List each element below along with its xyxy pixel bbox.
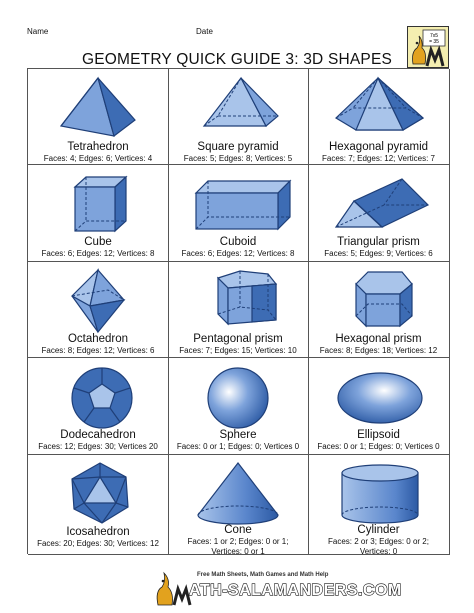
shape-name: Cube	[84, 236, 112, 248]
shape-facts: Faces: 5; Edges: 8; Vertices: 5	[183, 154, 293, 163]
hexagonal-prism-icon	[355, 271, 413, 328]
shape-card: Octahedron Faces: 8; Edges: 12; Vertices…	[28, 261, 169, 358]
shape-name: Tetrahedron	[67, 141, 129, 153]
cuboid-icon	[194, 179, 292, 231]
shapes-grid: Tetrahedron Faces: 4; Edges: 6; Vertices…	[27, 68, 450, 556]
shape-name: Cone	[224, 524, 252, 536]
shape-facts-line-2: Vertices: 0 or 1	[211, 547, 265, 556]
shape-name: Ellipsoid	[357, 429, 400, 441]
octahedron-icon	[71, 268, 126, 334]
shape-facts: Faces: 7; Edges: 12; Vertices: 7	[322, 154, 435, 163]
triangular-prism-icon	[334, 178, 430, 228]
dodecahedron-icon	[71, 367, 133, 429]
shape-card: Dodecahedron Faces: 12; Edges: 30; Verti…	[28, 357, 169, 455]
shape-name: Dodecahedron	[60, 429, 136, 441]
shape-facts: Faces: 20; Edges: 30; Vertices: 12	[37, 539, 159, 548]
shape-name: Square pyramid	[197, 141, 279, 153]
page-title: GEOMETRY QUICK GUIDE 3: 3D SHAPES	[81, 51, 393, 68]
shape-card: Icosahedron Faces: 20; Edges: 30; Vertic…	[28, 454, 169, 555]
salamander-mascot-icon	[156, 571, 192, 606]
shape-facts: Faces: 12; Edges: 30; Vertices 20	[38, 442, 158, 451]
footer-site-link[interactable]: ATH-SALAMANDERS.COM	[188, 581, 401, 600]
shape-name: Hexagonal prism	[335, 333, 422, 345]
shape-card: Square pyramid Faces: 5; Edges: 8; Verti…	[168, 69, 309, 165]
shape-facts: Faces: 6; Edges: 12; Vertices: 8	[181, 249, 295, 258]
salamander-logo-icon: 7x5 = 35	[407, 26, 449, 68]
shape-facts: Faces: 7; Edges: 15; Vertices: 10	[179, 346, 297, 355]
ellipsoid-icon	[337, 372, 423, 424]
square-pyramid-icon	[202, 76, 279, 127]
shape-card: Tetrahedron Faces: 4; Edges: 6; Vertices…	[28, 69, 169, 165]
svg-text:= 35: = 35	[429, 39, 439, 45]
shape-card: Pentagonal prism Faces: 7; Edges: 15; Ve…	[168, 261, 309, 358]
shape-facts: Faces: 6; Edges: 12; Vertices: 8	[41, 249, 155, 258]
shape-name: Hexagonal pyramid	[328, 141, 429, 153]
shape-card: Hexagonal prism Faces: 8; Edges: 18; Ver…	[308, 261, 450, 358]
cube-icon	[73, 175, 128, 233]
sphere-icon	[207, 367, 269, 429]
cylinder-icon	[341, 464, 419, 524]
shape-facts: Faces: 8; Edges: 12; Vertices: 6	[41, 346, 155, 355]
icosahedron-icon	[71, 462, 129, 524]
shape-facts: Faces: 0 or 1; Edges: 0; Vertices 0	[317, 442, 440, 451]
shape-name: Cuboid	[219, 236, 257, 248]
shape-card: Ellipsoid Faces: 0 or 1; Edges: 0; Verti…	[308, 357, 450, 455]
shape-name: Sphere	[219, 429, 257, 441]
shape-card: Cylinder Faces: 2 or 3; Edges: 0 or 2; V…	[308, 454, 450, 556]
shape-card: Hexagonal pyramid Faces: 7; Edges: 12; V…	[308, 69, 450, 165]
shape-name: Cylinder	[357, 524, 400, 536]
shape-card: Triangular prism Faces: 5; Edges: 9; Ver…	[308, 164, 450, 262]
shape-facts: Faces: 4; Edges: 6; Vertices: 4	[43, 154, 153, 163]
tetrahedron-icon	[59, 76, 136, 138]
shape-facts: Faces: 8; Edges: 18; Vertices: 12	[319, 346, 438, 355]
shape-facts: Faces: 5; Edges: 9; Vertices: 6	[324, 249, 433, 258]
pentagonal-prism-icon	[216, 270, 278, 326]
shape-facts: Faces: 2 or 3; Edges: 0 or 2;	[328, 537, 429, 546]
shape-facts-line-2: Vertices: 0	[359, 547, 398, 556]
shape-facts: Faces: 1 or 2; Edges: 0 or 1;	[187, 537, 289, 546]
name-label: Name	[27, 27, 49, 36]
shape-card: Cuboid Faces: 6; Edges: 12; Vertices: 8	[168, 164, 309, 262]
date-label: Date	[196, 27, 213, 36]
shape-name: Triangular prism	[337, 236, 420, 248]
cone-icon	[197, 462, 279, 525]
shape-name: Icosahedron	[66, 526, 130, 538]
shape-name: Octahedron	[67, 333, 129, 345]
shape-card: Cube Faces: 6; Edges: 12; Vertices: 8	[28, 164, 169, 262]
footer-tagline: Free Math Sheets, Math Games and Math He…	[197, 572, 329, 578]
hexagonal-pyramid-icon	[335, 76, 425, 131]
shape-name: Pentagonal prism	[193, 333, 283, 345]
shape-facts: Faces: 0 or 1; Edges: 0; Vertices 0	[176, 442, 300, 451]
shape-card: Cone Faces: 1 or 2; Edges: 0 or 1; Verti…	[168, 454, 309, 556]
shape-card: Sphere Faces: 0 or 1; Edges: 0; Vertices…	[168, 357, 309, 455]
